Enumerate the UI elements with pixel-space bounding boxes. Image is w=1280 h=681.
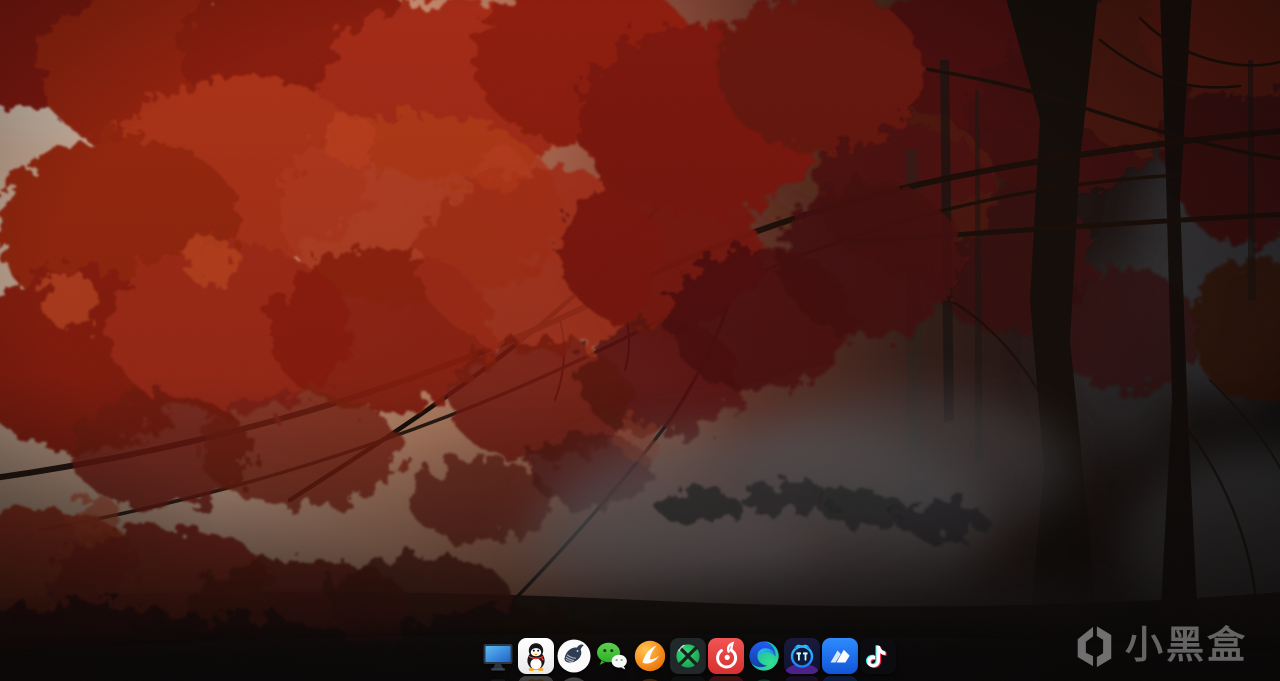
desktop: 小黑盒 <box>0 0 1280 681</box>
dock-item-whale-app[interactable] <box>556 638 592 674</box>
computer-monitor-icon <box>483 644 513 671</box>
dock-item-netease-music[interactable] <box>708 638 744 674</box>
wallpaper-engine-mountains-icon <box>822 638 858 674</box>
dock-item-wechat[interactable] <box>594 638 630 674</box>
dock-item-qq[interactable] <box>518 638 554 674</box>
dock-item-this-pc[interactable] <box>480 638 516 674</box>
dock-item-douyin[interactable] <box>860 638 896 674</box>
xbox-sphere-icon <box>670 638 706 674</box>
dock-item-tt-voice[interactable] <box>784 638 820 674</box>
desktop-wallpaper <box>0 0 1280 681</box>
netease-music-note-icon <box>708 638 744 674</box>
edge-browser-swirl-icon <box>749 641 779 671</box>
listary-orange-swoosh-icon <box>634 640 666 672</box>
tt-voice-robot-face-icon <box>784 638 820 674</box>
qq-penguin-icon <box>518 638 554 674</box>
tiktok-douyin-note-icon <box>860 638 896 674</box>
wechat-bubbles-icon <box>597 642 627 670</box>
dock <box>480 638 896 674</box>
whale-icon <box>557 639 591 673</box>
dock-item-listary[interactable] <box>632 638 668 674</box>
dock-item-wallpaper-engine[interactable] <box>822 638 858 674</box>
dock-item-xbox[interactable] <box>670 638 706 674</box>
dock-item-edge[interactable] <box>746 638 782 674</box>
